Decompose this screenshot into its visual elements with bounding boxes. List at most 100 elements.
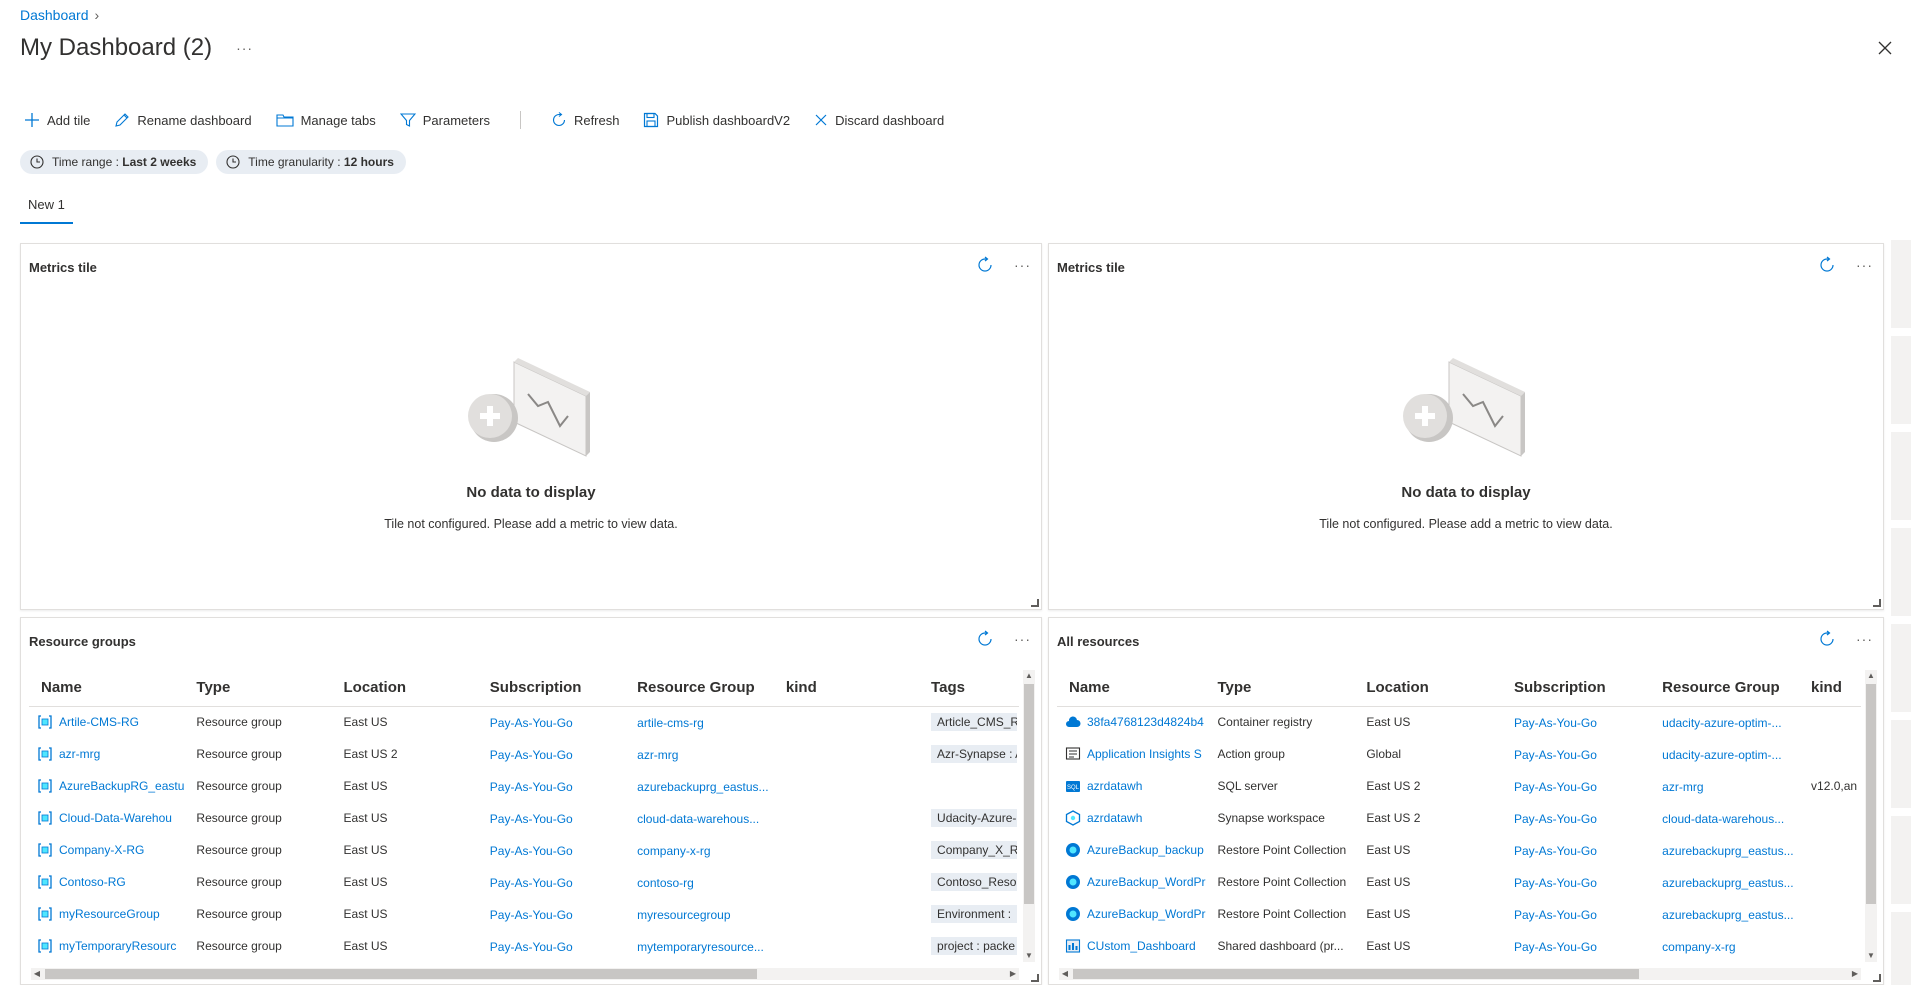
cell-subscription-text[interactable]: Pay-As-You-Go [490,779,573,793]
cell-resource-group-text[interactable]: azurebackuprg_eastus... [637,779,768,793]
cell-subscription-text[interactable]: Pay-As-You-Go [490,747,573,761]
cell-resource-group[interactable]: company-x-rg [625,834,774,866]
cell-name-text[interactable]: AzureBackupRG_eastu [59,779,184,793]
cell-name[interactable]: AzureBackup_backup [1057,834,1206,866]
cell-name[interactable]: Company-X-RG [29,834,184,866]
parameters-button[interactable]: Parameters [399,112,490,128]
cell-name-text[interactable]: myResourceGroup [59,907,160,921]
cell-name[interactable]: myResourceGroup [29,898,184,930]
column-header-subscription[interactable]: Subscription [1501,670,1651,707]
cell-subscription[interactable]: Pay-As-You-Go [478,834,625,866]
cell-subscription[interactable]: Pay-As-You-Go [478,706,625,738]
cell-name[interactable]: AzureBackup_WordPr [1057,866,1206,898]
time-granularity-pill[interactable]: Time granularity : 12 hours [216,150,406,174]
cell-name-text[interactable]: AzureBackup_WordPr [1087,907,1206,921]
cell-resource-group-text[interactable]: contoso-rg [637,875,694,889]
horizontal-scrollbar[interactable]: ◀ ▶ [1059,968,1861,980]
cell-resource-group-text[interactable]: azurebackuprg_eastus... [1662,875,1793,889]
cell-resource-group[interactable]: udacity-azure-optim-... [1650,738,1799,770]
publish-dashboard-button[interactable]: Publish dashboardV2 [643,112,790,128]
resize-handle[interactable] [1873,974,1881,982]
table-row[interactable]: CUstom_Dashboard Shared dashboard (pr... E… [1057,930,1861,962]
table-row[interactable]: azrdatawh Synapse workspace East US 2 Pay-A… [1057,802,1861,834]
cell-subscription[interactable]: Pay-As-You-Go [1502,898,1650,930]
cell-subscription[interactable]: Pay-As-You-Go [478,738,625,770]
column-header-tags[interactable]: Tags [919,670,1019,707]
cell-subscription[interactable]: Pay-As-You-Go [1502,866,1650,898]
cell-resource-group[interactable]: contoso-rg [625,866,774,898]
cell-name-text[interactable]: azr-mrg [59,747,100,761]
cell-subscription-text[interactable]: Pay-As-You-Go [1514,939,1597,953]
cell-name-text[interactable]: azrdatawh [1087,779,1142,793]
cell-subscription-text[interactable]: Pay-As-You-Go [490,716,573,730]
column-header-location[interactable]: Location [1354,670,1502,707]
table-row[interactable]: Contoso-RG Resource group East US Pay-As-Yo… [29,866,1019,898]
cell-resource-group[interactable]: company-x-rg [1650,930,1799,962]
cell-resource-group[interactable]: udacity-azure-optim-... [1650,706,1799,738]
cell-name[interactable]: myTemporaryResourc [29,930,184,962]
scroll-right-arrow-icon[interactable]: ▶ [1007,968,1019,980]
vertical-scrollbar[interactable]: ▲ ▼ [1023,670,1035,962]
cell-subscription-text[interactable]: Pay-As-You-Go [1514,907,1597,921]
cell-subscription-text[interactable]: Pay-As-You-Go [490,907,573,921]
horizontal-scrollbar[interactable]: ◀ ▶ [31,968,1019,980]
cell-subscription[interactable]: Pay-As-You-Go [1502,930,1650,962]
table-row[interactable]: Cloud-Data-Warehou Resource group East US P… [29,802,1019,834]
cell-subscription-text[interactable]: Pay-As-You-Go [490,811,573,825]
close-icon[interactable] [1875,38,1895,58]
time-range-pill[interactable]: Time range : Last 2 weeks [20,150,209,174]
cell-resource-group-text[interactable]: azurebackuprg_eastus... [1662,843,1793,857]
cell-subscription-text[interactable]: Pay-As-You-Go [1514,747,1597,761]
scroll-right-arrow-icon[interactable]: ▶ [1849,968,1861,980]
cell-resource-group-text[interactable]: cloud-data-warehous... [1662,811,1784,825]
cell-resource-group[interactable]: azurebackuprg_eastus... [625,770,774,802]
cell-name[interactable]: SQL azrdatawh [1057,770,1206,802]
refresh-icon[interactable] [976,630,994,648]
cell-resource-group-text[interactable]: udacity-azure-optim-... [1662,716,1781,730]
cell-resource-group[interactable]: myresourcegroup [625,898,774,930]
cell-name[interactable]: CUstom_Dashboard [1057,930,1206,962]
cell-name-text[interactable]: AzureBackup_backup [1087,843,1204,857]
cell-resource-group-text[interactable]: azr-mrg [1662,779,1703,793]
vertical-scrollbar[interactable]: ▲ ▼ [1865,670,1877,962]
cell-resource-group[interactable]: azurebackuprg_eastus... [1650,898,1799,930]
cell-subscription[interactable]: Pay-As-You-Go [1502,738,1650,770]
column-header-subscription[interactable]: Subscription [477,670,626,707]
cell-subscription[interactable]: Pay-As-You-Go [1502,834,1650,866]
column-header-type[interactable]: Type [184,670,332,707]
table-row[interactable]: azr-mrg Resource group East US 2 Pay-As-You… [29,738,1019,770]
cell-name[interactable]: Contoso-RG [29,866,184,898]
tile-more-button[interactable]: ··· [1856,257,1873,273]
cell-resource-group-text[interactable]: myresourcegroup [637,907,730,921]
cell-resource-group-text[interactable]: azr-mrg [637,747,678,761]
cell-subscription-text[interactable]: Pay-As-You-Go [1514,875,1597,889]
cell-name[interactable]: azr-mrg [29,738,184,770]
cell-subscription[interactable]: Pay-As-You-Go [478,898,625,930]
cell-name[interactable]: azrdatawh [1057,802,1206,834]
resize-handle[interactable] [1031,599,1039,607]
tab-new-1[interactable]: New 1 [20,197,73,224]
resize-handle[interactable] [1031,974,1039,982]
cell-subscription[interactable]: Pay-As-You-Go [478,866,625,898]
cell-name-text[interactable]: AzureBackup_WordPr [1087,875,1206,889]
table-row[interactable]: 38fa4768123d4824b4 Container registry East… [1057,706,1861,738]
cell-subscription[interactable]: Pay-As-You-Go [478,802,625,834]
table-row[interactable]: Artile-CMS-RG Resource group East US Pay-As… [29,706,1019,738]
column-header-name[interactable]: Name [29,670,185,707]
scroll-thumb[interactable] [45,969,757,979]
scroll-down-arrow-icon[interactable]: ▼ [1865,950,1877,962]
cell-name-text[interactable]: CUstom_Dashboard [1087,939,1196,953]
cell-name[interactable]: AzureBackup_WordPr [1057,898,1206,930]
column-header-kind[interactable]: kind [1799,670,1861,707]
cell-resource-group[interactable]: azurebackuprg_eastus... [1650,834,1799,866]
cell-resource-group-text[interactable]: cloud-data-warehous... [637,811,759,825]
cell-resource-group[interactable]: artile-cms-rg [625,706,774,738]
cell-name-text[interactable]: Application Insights S [1087,747,1202,761]
cell-subscription-text[interactable]: Pay-As-You-Go [490,875,573,889]
discard-dashboard-button[interactable]: Discard dashboard [814,113,944,128]
cell-name[interactable]: Cloud-Data-Warehou [29,802,184,834]
cell-subscription-text[interactable]: Pay-As-You-Go [490,939,573,953]
cell-name-text[interactable]: Contoso-RG [59,875,126,889]
cell-name[interactable]: 38fa4768123d4824b4 [1057,706,1206,738]
add-tile-button[interactable]: Add tile [24,112,90,128]
